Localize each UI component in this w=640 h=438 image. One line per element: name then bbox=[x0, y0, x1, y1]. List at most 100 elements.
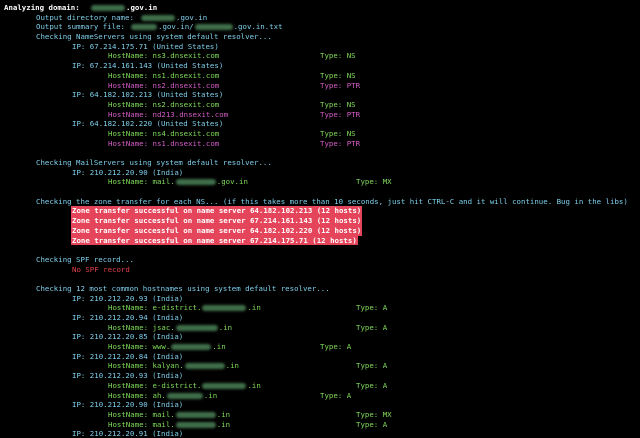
redacted-domain bbox=[171, 344, 212, 351]
hostname-suffix: .in bbox=[216, 409, 231, 419]
zone-transfer-result-line: Zone transfer successful on name server … bbox=[0, 225, 640, 236]
hostname-type: Type: A bbox=[320, 390, 352, 400]
ns-ip: IP: 64.182.102.220 (United States) bbox=[72, 119, 224, 129]
ns-hostname: HostName: ns1.dnsexit.com bbox=[108, 138, 220, 148]
hostname-suffix: .in bbox=[247, 380, 261, 390]
ns-ip-line: IP: 64.182.102.220 (United States) bbox=[0, 119, 640, 129]
hostnames-heading-line: Checking 12 most common hostnames using … bbox=[0, 284, 640, 294]
output-dir-label: Output directory name: bbox=[36, 12, 134, 22]
hostname-value: HostName: www. .in bbox=[108, 342, 226, 352]
ns-record-line: HostName: ns2.dnsexit.com Type: NS bbox=[0, 100, 640, 110]
hostname-ip-line: IP: 210.212.20.93 (India) bbox=[0, 294, 640, 304]
redacted-domain bbox=[91, 5, 125, 11]
hostname-record-line: HostName: e-district. .in Type: A bbox=[0, 381, 640, 391]
spf-heading: Checking SPF record... bbox=[36, 254, 134, 264]
hostname-record-line: HostName: mail. .in Type: A bbox=[0, 420, 640, 430]
zone-transfer-result-line: Zone transfer successful on name server … bbox=[0, 206, 640, 217]
domain-suffix: .gov.in bbox=[126, 3, 158, 12]
hostname-suffix: .in bbox=[212, 342, 226, 352]
redacted-domain bbox=[194, 24, 233, 31]
terminal-window[interactable]: Analyzing domain: .gov.in Output directo… bbox=[0, 0, 640, 438]
hostname-prefix: HostName: mail. bbox=[108, 419, 175, 429]
hostname-prefix: HostName: e-district. bbox=[108, 303, 202, 313]
ns-type: Type: NS bbox=[320, 70, 356, 80]
hostname-prefix: HostName: www. bbox=[108, 342, 171, 352]
analyzing-domain: .gov.in bbox=[90, 3, 157, 13]
hostname-suffix: .in bbox=[216, 419, 231, 429]
zone-transfer-result-line: Zone transfer successful on name server … bbox=[0, 216, 640, 226]
ns-record-line: HostName: ns4.dnsexit.com Type: NS bbox=[0, 129, 640, 139]
output-dir-value: .gov.in bbox=[140, 13, 207, 23]
hostname-prefix: HostName: ah. bbox=[108, 390, 166, 400]
redacted-domain bbox=[202, 305, 247, 312]
hostname-type: Type: A bbox=[320, 342, 352, 352]
redacted-domain bbox=[166, 392, 203, 399]
summary-file-label: Output summary file: bbox=[36, 22, 125, 32]
hostname-type: Type: MX bbox=[356, 409, 392, 419]
hostname-value: HostName: jsac. .in bbox=[108, 323, 232, 333]
hostname-value: HostName: mail. .in bbox=[108, 410, 230, 420]
mx-type: Type: MX bbox=[356, 177, 392, 187]
ns-ip-line: IP: 67.214.175.71 (United States) bbox=[0, 42, 640, 52]
ns-ip: IP: 67.214.161.143 (United States) bbox=[72, 61, 224, 71]
hostname-ip-line: IP: 210.212.20.93 (India) bbox=[0, 371, 640, 381]
spf-result-line: No SPF record bbox=[0, 265, 640, 275]
hostname-ip-line: IP: 210.212.20.94 (India) bbox=[0, 313, 640, 323]
hostname-prefix: HostName: mail. bbox=[108, 409, 175, 419]
hostname-ip: IP: 210.212.20.93 (India) bbox=[72, 371, 184, 381]
hostname-ip: IP: 210.212.20.94 (India) bbox=[72, 313, 184, 322]
hostname-record-line: HostName: kalyan. .in Type: A bbox=[0, 361, 640, 371]
analyzing-line: Analyzing domain: .gov.in bbox=[0, 3, 640, 13]
hostname-ip: IP: 210.212.20.90 (India) bbox=[72, 400, 184, 410]
ns-hostname: HostName: ns4.dnsexit.com bbox=[108, 128, 220, 138]
redacted-domain bbox=[175, 411, 216, 418]
zone-transfer-heading: Checking the zone transfer for each NS..… bbox=[36, 196, 628, 206]
ns-record-line: HostName: ns2.dnsexit.com Type: PTR bbox=[0, 81, 640, 91]
nameservers-heading-line: Checking NameServers using system defaul… bbox=[0, 32, 640, 42]
hostname-record-line: HostName: ah. .in Type: A bbox=[0, 391, 640, 401]
redacted-domain bbox=[184, 363, 225, 370]
mx-ip-line: IP: 210.212.20.90 (India) bbox=[0, 168, 640, 178]
hostname-ip-line: IP: 210.212.20.84 (India) bbox=[0, 352, 640, 362]
ns-type: Type: NS bbox=[320, 51, 356, 61]
ns-ip-line: IP: 64.182.102.213 (United States) bbox=[0, 90, 640, 100]
hostname-suffix: .in bbox=[218, 322, 233, 332]
zone-transfer-alert: Zone transfer successful on name server … bbox=[71, 225, 363, 236]
hostname-type: Type: A bbox=[356, 380, 388, 390]
hostname-record-line: HostName: e-district. .in Type: A bbox=[0, 303, 640, 313]
zone-transfer-alert: Zone transfer successful on name server … bbox=[71, 206, 363, 217]
ns-hostname: HostName: ns2.dnsexit.com bbox=[108, 80, 220, 90]
ns-record-line: HostName: nd213.dnsexit.com Type: PTR bbox=[0, 110, 640, 120]
hostname-record-line: HostName: www. .in Type: A bbox=[0, 342, 640, 352]
mailservers-heading: Checking MailServers using system defaul… bbox=[36, 158, 272, 167]
redacted-domain bbox=[202, 382, 247, 389]
ns-ip: IP: 64.182.102.213 (United States) bbox=[72, 90, 224, 100]
hostname-value: HostName: mail. .in bbox=[108, 420, 230, 430]
ns-hostname: HostName: ns2.dnsexit.com bbox=[108, 99, 220, 109]
zone-transfer-alert: Zone transfer successful on name server … bbox=[71, 235, 358, 246]
hostname-prefix: HostName: jsac. bbox=[108, 322, 175, 332]
hostname-type: Type: A bbox=[356, 361, 388, 371]
hostname-suffix: .in bbox=[225, 361, 240, 371]
ns-type: Type: PTR bbox=[320, 80, 361, 90]
hostname-suffix: .in bbox=[203, 390, 218, 400]
hostname-record-line: HostName: mail. .in Type: MX bbox=[0, 410, 640, 420]
hostname-type: Type: A bbox=[356, 419, 388, 429]
ns-record-line: HostName: ns1.dnsexit.com Type: PTR bbox=[0, 139, 640, 149]
hostname-value: HostName: e-district. .in bbox=[108, 303, 261, 313]
summary-file-line: Output summary file: .gov.in/ .gov.in.txt bbox=[0, 22, 640, 32]
nameservers-heading: Checking NameServers using system defaul… bbox=[36, 32, 272, 42]
summary-file-mid: .gov.in/ bbox=[158, 22, 194, 32]
spf-heading-line: Checking SPF record... bbox=[0, 255, 640, 265]
mx-hostname: HostName: mail. .gov.in bbox=[108, 177, 248, 187]
hostname-ip-line: IP: 210.212.20.91 (India) bbox=[0, 429, 640, 438]
redacted-domain bbox=[175, 324, 218, 331]
hostname-type: Type: A bbox=[356, 303, 388, 313]
hostname-value: HostName: e-district. .in bbox=[108, 381, 261, 391]
ns-type: Type: PTR bbox=[320, 109, 361, 119]
redacted-domain bbox=[175, 421, 216, 428]
hostname-ip-line: IP: 210.212.20.85 (India) bbox=[0, 332, 640, 342]
ns-record-line: HostName: ns3.dnsexit.com Type: NS bbox=[0, 51, 640, 61]
